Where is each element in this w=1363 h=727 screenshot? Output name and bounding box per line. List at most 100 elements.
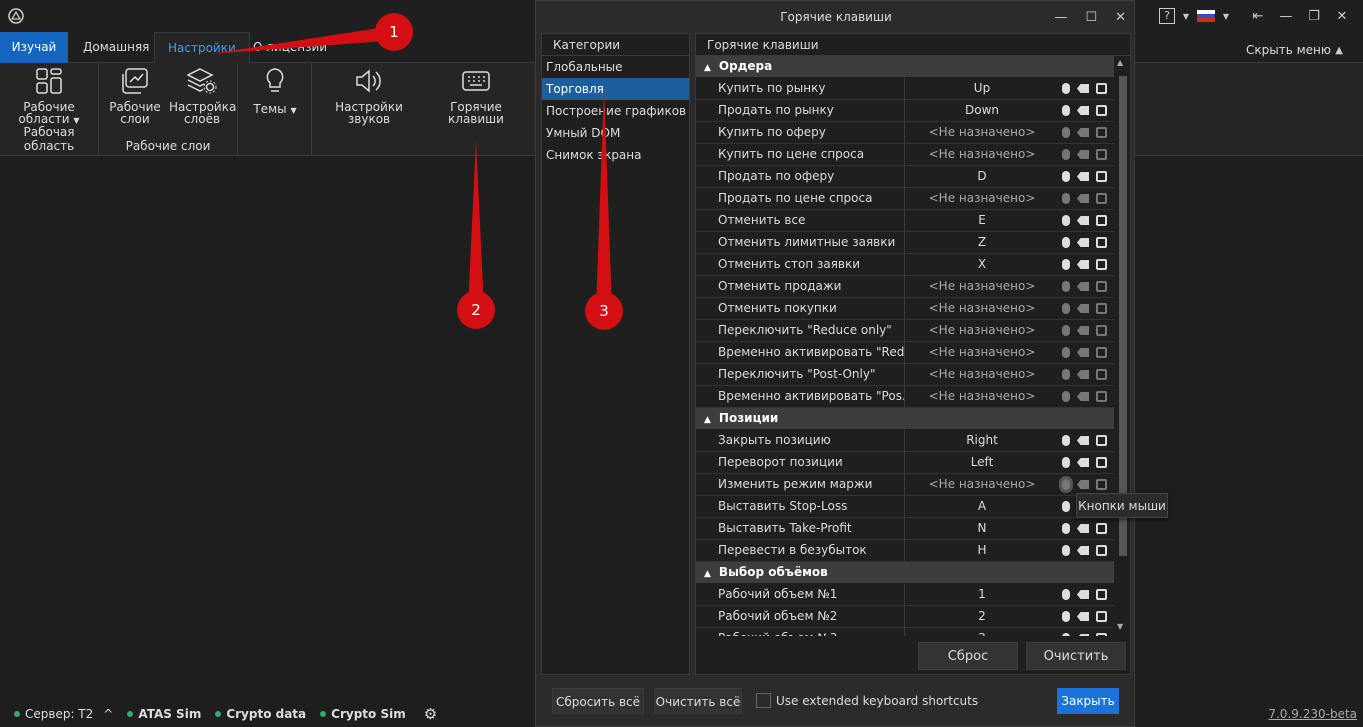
close-icon[interactable]: ✕	[1331, 9, 1353, 24]
clear-button[interactable]: Очистить	[1026, 642, 1126, 670]
hotkey-value[interactable]: Up	[905, 78, 1059, 99]
hotkey-value[interactable]: E	[905, 210, 1059, 231]
backspace-clear-icon[interactable]	[1076, 546, 1089, 555]
reset-default-icon[interactable]	[1095, 215, 1107, 226]
close-icon[interactable]: ✕	[1115, 10, 1126, 25]
reset-default-icon[interactable]	[1095, 369, 1107, 380]
chevron-down-icon[interactable]: ▼	[1221, 12, 1231, 21]
hotkey-group-header[interactable]: ▲ Позиции	[696, 408, 1114, 429]
mouse-icon[interactable]	[1062, 435, 1071, 446]
mouse-icon[interactable]	[1062, 259, 1071, 270]
hotkey-value[interactable]: Down	[905, 100, 1059, 121]
scroll-down-icon[interactable]: ▼	[1117, 622, 1123, 631]
hotkey-row[interactable]: Переключить "Reduce only" <Не назначено>	[696, 320, 1114, 342]
reset-default-icon[interactable]	[1095, 633, 1107, 636]
mouse-icon[interactable]	[1062, 545, 1071, 556]
reset-default-icon[interactable]	[1095, 193, 1107, 204]
hotkey-value[interactable]: Right	[905, 430, 1059, 451]
hotkey-value[interactable]: 2	[905, 606, 1059, 627]
hotkey-value[interactable]: <Не назначено>	[905, 386, 1059, 407]
hotkey-value[interactable]: 3	[905, 628, 1059, 636]
category-trading[interactable]: Торговля	[542, 78, 689, 100]
mouse-icon[interactable]	[1062, 589, 1071, 600]
hotkey-row[interactable]: Купить по оферу <Не назначено>	[696, 122, 1114, 144]
reset-default-icon[interactable]	[1095, 589, 1107, 600]
tab-license[interactable]: О лицензии	[240, 32, 340, 63]
backspace-clear-icon[interactable]	[1076, 84, 1089, 93]
hotkey-row[interactable]: Изменить режим маржи <Не назначено>	[696, 474, 1114, 496]
mouse-icon[interactable]	[1062, 149, 1071, 160]
backspace-clear-icon[interactable]	[1076, 282, 1089, 291]
reset-default-icon[interactable]	[1095, 83, 1107, 94]
mouse-icon[interactable]	[1062, 303, 1071, 314]
hotkey-row[interactable]: Отменить покупки <Не назначено>	[696, 298, 1114, 320]
hotkey-row[interactable]: Рабочий объем №1 1	[696, 584, 1114, 606]
hotkey-value[interactable]: 1	[905, 584, 1059, 605]
reset-default-icon[interactable]	[1095, 347, 1107, 358]
mouse-icon[interactable]	[1062, 171, 1071, 182]
mouse-icon[interactable]	[1062, 347, 1071, 358]
reset-default-icon[interactable]	[1095, 281, 1107, 292]
backspace-clear-icon[interactable]	[1076, 238, 1089, 247]
reset-default-icon[interactable]	[1095, 523, 1107, 534]
hotkey-row[interactable]: Продать по цене спроса <Не назначено>	[696, 188, 1114, 210]
mouse-icon[interactable]	[1062, 83, 1071, 94]
hotkeys-button[interactable]: Горячие клавиши	[444, 67, 508, 125]
hotkey-row[interactable]: Купить по рынку Up	[696, 78, 1114, 100]
chevron-up-icon[interactable]: ^	[103, 707, 113, 721]
reset-default-icon[interactable]	[1095, 303, 1107, 314]
help-icon[interactable]: ?	[1159, 8, 1175, 24]
tab-home[interactable]: Домашняя	[70, 32, 162, 63]
hotkey-row[interactable]: Продать по рынку Down	[696, 100, 1114, 122]
mouse-icon[interactable]	[1062, 215, 1071, 226]
reset-default-icon[interactable]	[1095, 259, 1107, 270]
connection-crypto-data[interactable]: Crypto data	[215, 707, 306, 721]
mouse-icon[interactable]	[1059, 476, 1074, 493]
reset-default-icon[interactable]	[1095, 479, 1107, 490]
backspace-clear-icon[interactable]	[1076, 304, 1089, 313]
server-status[interactable]: Сервер: T2 ^	[14, 707, 113, 721]
hotkey-row[interactable]: Отменить все E	[696, 210, 1114, 232]
backspace-clear-icon[interactable]	[1076, 128, 1089, 137]
tab-learn[interactable]: Изучай	[0, 32, 68, 63]
hotkey-group-header[interactable]: ▲ Ордера	[696, 56, 1114, 77]
category-screenshot[interactable]: Снимок экрана	[542, 144, 689, 166]
collapse-arrow-icon[interactable]: ▲	[704, 415, 711, 425]
hotkey-value[interactable]: <Не назначено>	[905, 276, 1059, 297]
hotkey-value[interactable]: <Не назначено>	[905, 320, 1059, 341]
mouse-icon[interactable]	[1062, 611, 1071, 622]
reset-default-icon[interactable]	[1095, 391, 1107, 402]
hotkey-row[interactable]: Купить по цене спроса <Не назначено>	[696, 144, 1114, 166]
connection-crypto-sim[interactable]: Crypto Sim	[320, 707, 406, 721]
hotkey-row[interactable]: Отменить стоп заявки X	[696, 254, 1114, 276]
backspace-clear-icon[interactable]	[1076, 106, 1089, 115]
hotkey-row[interactable]: Выставить Take-Profit N	[696, 518, 1114, 540]
gear-icon[interactable]: ⚙	[424, 705, 437, 723]
vertical-scrollbar[interactable]: ▲ ▼	[1114, 56, 1130, 636]
collapse-arrow-icon[interactable]: ▲	[704, 63, 711, 73]
sound-settings-button[interactable]: Настройки звуков	[334, 67, 404, 125]
hotkey-value[interactable]: <Не назначено>	[905, 144, 1059, 165]
backspace-clear-icon[interactable]	[1076, 436, 1089, 445]
hotkey-row[interactable]: Временно активировать "Red... <Не назначе…	[696, 342, 1114, 364]
backspace-clear-icon[interactable]	[1076, 260, 1089, 269]
hotkey-value[interactable]: Left	[905, 452, 1059, 473]
work-layers-button[interactable]: Рабочие слои	[107, 67, 163, 125]
hotkey-row[interactable]: Закрыть позицию Right	[696, 430, 1114, 452]
hotkey-row[interactable]: Рабочий объем №33	[696, 628, 1114, 636]
mouse-icon[interactable]	[1062, 391, 1071, 402]
hotkey-value[interactable]: X	[905, 254, 1059, 275]
workspaces-button[interactable]: Рабочие области ▼	[14, 67, 84, 127]
hotkey-row[interactable]: Отменить лимитные заявки Z	[696, 232, 1114, 254]
reset-default-icon[interactable]	[1095, 611, 1107, 622]
backspace-clear-icon[interactable]	[1076, 172, 1089, 181]
backspace-clear-icon[interactable]	[1076, 634, 1089, 636]
mouse-icon[interactable]	[1062, 105, 1071, 116]
extended-shortcuts-checkbox[interactable]	[756, 693, 771, 708]
category-drawing[interactable]: Построение графиков	[542, 100, 689, 122]
mouse-icon[interactable]	[1062, 127, 1071, 138]
themes-button[interactable]: Темы ▼	[250, 67, 300, 117]
backspace-clear-icon[interactable]	[1076, 216, 1089, 225]
reset-default-icon[interactable]	[1095, 127, 1107, 138]
reset-default-icon[interactable]	[1095, 171, 1107, 182]
